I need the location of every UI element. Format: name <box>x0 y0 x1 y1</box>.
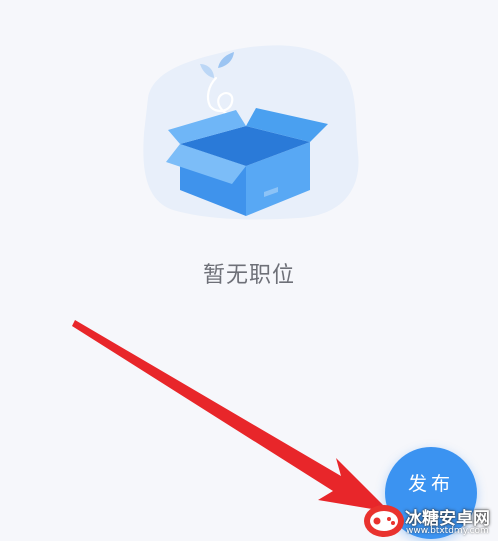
gamepad-logo-icon <box>364 505 404 537</box>
site-watermark: 冰糖安卓网 www.btxtdmy.com <box>360 500 498 541</box>
empty-job-list-page: 暂无职位 发布 冰糖安卓网 www.btxtdmy.com <box>0 0 498 541</box>
watermark-url: www.btxtdmy.com <box>406 526 489 536</box>
